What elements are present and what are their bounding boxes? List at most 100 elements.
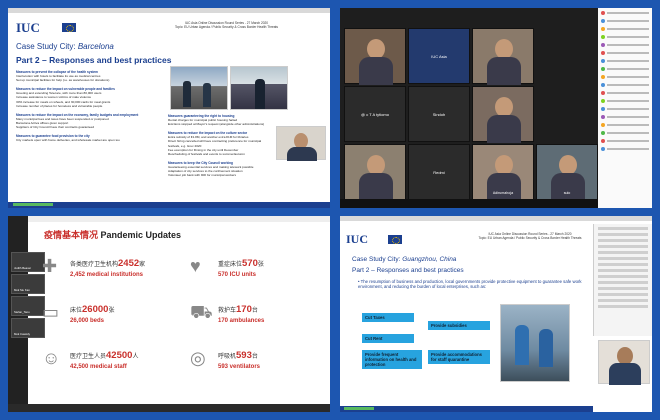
measure-item: Direct hiring cancelled will have contra… <box>168 139 262 148</box>
avatar-body <box>487 57 521 85</box>
participants-panel[interactable] <box>593 224 652 336</box>
slide-meta: IUC Asia Online Discussion Round Series … <box>450 232 610 241</box>
measure-item: Set up municipal facilities for help (i.… <box>16 78 110 83</box>
participant-row[interactable] <box>601 146 649 152</box>
participant-row[interactable] <box>598 251 648 254</box>
participant-tile[interactable]: Adirumahoja <box>472 144 534 201</box>
participant-row[interactable] <box>598 275 648 278</box>
participant-row[interactable] <box>601 42 649 48</box>
title-prefix: Case Study City: <box>16 42 78 51</box>
participant-tile[interactable] <box>344 144 406 201</box>
avatar-icon <box>601 43 605 47</box>
participant-tile[interactable] <box>472 28 534 85</box>
participant-row[interactable] <box>601 122 649 128</box>
avatar-body <box>487 115 521 143</box>
measure-item: City markets open with home deliveries, … <box>16 138 120 143</box>
row-text <box>607 60 649 62</box>
participant-row[interactable] <box>598 245 648 248</box>
street-photo-2 <box>230 66 288 110</box>
measure-box: Provide frequent information on health a… <box>362 350 422 369</box>
row-text <box>607 52 649 54</box>
medical-staff-icon: ☺ <box>42 348 61 368</box>
participant-name: IUC Asia <box>431 53 447 59</box>
avatar-icon <box>601 147 605 151</box>
eu-flag-icon <box>62 23 76 32</box>
meeting-toolbar[interactable] <box>8 404 330 412</box>
participant-row[interactable] <box>598 263 648 266</box>
stat-item: 床位26000张 26,000 beds <box>70 304 114 324</box>
measure-box: Cut Rent <box>362 334 414 343</box>
row-text <box>607 124 649 126</box>
participant-row[interactable] <box>601 82 649 88</box>
meeting-toolbar[interactable] <box>340 199 598 208</box>
stat-unit: 人 <box>132 354 139 360</box>
bullet-body: The resumption of business and productio… <box>358 279 582 290</box>
ventilator-icon: ◎ <box>190 348 206 368</box>
participant-row[interactable] <box>601 114 649 120</box>
participant-row[interactable] <box>598 293 648 296</box>
participant-row[interactable] <box>598 287 648 290</box>
avatar-icon <box>601 67 605 71</box>
participant-row[interactable] <box>601 58 649 64</box>
participant-row[interactable] <box>601 10 649 16</box>
participant-thumbnail[interactable]: Judith Beaver <box>11 252 45 272</box>
row-text <box>607 76 649 78</box>
participant-row[interactable] <box>598 281 648 284</box>
participant-row[interactable] <box>601 18 649 24</box>
participant-tile[interactable]: Sindoh <box>408 86 470 142</box>
participant-name: Stefan_Tanu <box>14 310 30 314</box>
participant-row[interactable] <box>598 233 648 236</box>
participant-row[interactable] <box>601 98 649 104</box>
row-text <box>607 84 649 86</box>
participant-tile[interactable]: @ c T A tytiomo <box>344 86 406 142</box>
slide-header: IUC IUC Asia Online Discussion Round Ser… <box>14 16 324 38</box>
right-measures: Measures guaranteeing the right to housi… <box>168 114 273 182</box>
participant-row[interactable] <box>598 227 648 230</box>
stat-number: 2452 <box>118 258 140 269</box>
stat-number: 170 <box>236 304 252 315</box>
avatar-icon <box>601 107 605 111</box>
avatar-icon <box>601 27 605 31</box>
meta-line: Topic: EU Urban Agenda / Public Security… <box>478 236 582 241</box>
participant-row[interactable] <box>601 50 649 56</box>
stat-label-cn: 床位 <box>70 308 83 314</box>
slide-title: Case Study City: Guangzhou, China <box>352 256 456 263</box>
participant-row[interactable] <box>601 106 649 112</box>
row-text <box>607 100 649 102</box>
participant-row[interactable] <box>601 34 649 40</box>
participant-row[interactable] <box>601 138 649 144</box>
participant-thumbnail[interactable]: Mok Cassidy <box>11 318 45 338</box>
window-titlebar <box>340 216 652 221</box>
avatar <box>495 155 513 175</box>
participant-row[interactable] <box>601 66 649 72</box>
participant-tile[interactable]: Redmi <box>408 144 470 200</box>
avatar <box>367 39 385 59</box>
measure-box: Cut Taxes <box>362 313 414 322</box>
participant-row[interactable] <box>601 130 649 136</box>
participant-row[interactable] <box>601 26 649 32</box>
participant-tile[interactable] <box>472 86 534 143</box>
participant-tile[interactable] <box>344 28 406 85</box>
measure-block: Measures to reduce the impact on vulnera… <box>16 87 166 107</box>
participant-row[interactable] <box>598 305 648 308</box>
participant-row[interactable] <box>598 257 648 260</box>
participant-thumbnail[interactable]: Mok Siu Kan <box>11 274 45 294</box>
participant-row[interactable] <box>598 299 648 302</box>
participant-row[interactable] <box>601 90 649 96</box>
medical-staff-photo <box>500 304 570 382</box>
slide-title: Case Study City: Barcelona <box>16 42 114 51</box>
participant-tile[interactable]: sulo <box>536 144 598 201</box>
stat-item: 救护车170台 170 ambulances <box>218 304 264 324</box>
participant-row[interactable] <box>598 239 648 242</box>
stat-label-cn: 重症床位 <box>218 262 243 268</box>
participant-row[interactable] <box>601 74 649 80</box>
participants-panel[interactable] <box>598 8 652 208</box>
participant-tile[interactable]: IUC Asia <box>408 28 470 84</box>
measure-item: Increase number of places for homeless a… <box>16 103 103 108</box>
row-text <box>607 20 649 22</box>
avatar <box>495 39 513 59</box>
row-text <box>607 108 649 110</box>
participant-row[interactable] <box>598 269 648 272</box>
participant-thumbnail[interactable]: Stefan_Tanu <box>11 296 45 316</box>
participant-name: Redmi <box>433 169 445 175</box>
